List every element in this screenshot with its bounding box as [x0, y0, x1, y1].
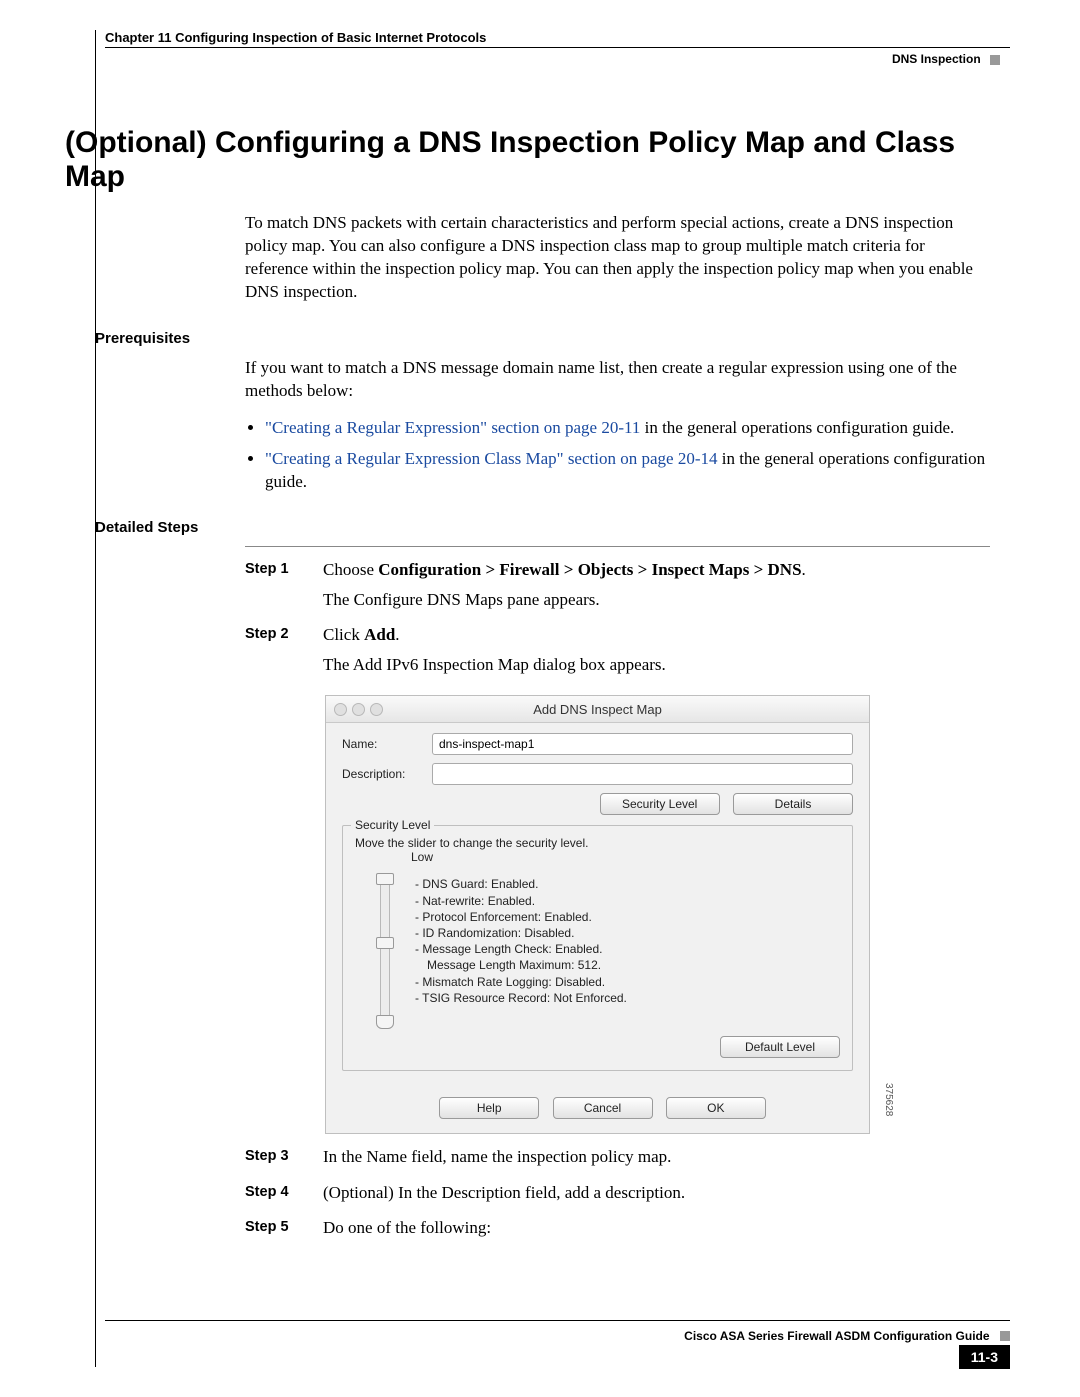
slider-instruction: Move the slider to change the security l… [355, 836, 840, 850]
step-row: Step 2 Click Add. The Add IPv6 Inspectio… [245, 622, 990, 677]
low-label: Low [411, 850, 840, 864]
bullet-tail: in the general operations configuration … [640, 418, 954, 437]
figure-code: 375628 [883, 1083, 894, 1116]
help-button[interactable]: Help [439, 1097, 539, 1119]
step-label: Step 1 [245, 557, 323, 612]
section-label: DNS Inspection [892, 52, 981, 66]
slider-thumb-icon[interactable] [376, 1015, 394, 1029]
step-row: Step 5 Do one of the following: [245, 1215, 990, 1241]
page-footer: Cisco ASA Series Firewall ASDM Configura… [105, 1320, 1010, 1367]
security-settings-list: DNS Guard: Enabled. Nat-rewrite: Enabled… [415, 874, 627, 1026]
prerequisites-heading: Prerequisites [95, 330, 1010, 347]
name-label: Name: [342, 737, 432, 751]
dialog-body: Name: Description: Security Level Detail… [326, 723, 869, 1085]
description-field[interactable] [432, 763, 853, 785]
ok-button[interactable]: OK [666, 1097, 766, 1119]
name-field[interactable] [432, 733, 853, 755]
dialog-title: Add DNS Inspect Map [326, 702, 869, 717]
header-square-icon [990, 55, 1000, 65]
section-label-row: DNS Inspection [105, 52, 1010, 66]
prerequisites-bullets: "Creating a Regular Expression" section … [245, 417, 1010, 494]
list-item: Protocol Enforcement: Enabled. [415, 909, 627, 925]
bullet-item: "Creating a Regular Expression" section … [265, 417, 990, 440]
prerequisites-text: If you want to match a DNS message domai… [245, 357, 990, 403]
page-title: (Optional) Configuring a DNS Inspection … [65, 126, 1010, 194]
step-row: Step 4 (Optional) In the Description fie… [245, 1180, 990, 1206]
running-header: Chapter 11 Configuring Inspection of Bas… [105, 30, 1010, 66]
intro-paragraph: To match DNS packets with certain charac… [245, 212, 990, 304]
dialog-screenshot: Add DNS Inspect Map Name: Description: S… [325, 695, 870, 1134]
default-level-row: Default Level [355, 1036, 840, 1058]
list-item: Message Length Maximum: 512. [415, 957, 627, 973]
default-level-button[interactable]: Default Level [720, 1036, 840, 1058]
header-rule [105, 47, 1010, 48]
description-label: Description: [342, 767, 432, 781]
dialog-titlebar: Add DNS Inspect Map [326, 696, 869, 723]
list-item: TSIG Resource Record: Not Enforced. [415, 990, 627, 1006]
list-item: DNS Guard: Enabled. [415, 876, 627, 892]
step-row: Step 1 Choose Configuration > Firewall >… [245, 557, 990, 612]
cancel-button[interactable]: Cancel [553, 1097, 653, 1119]
chapter-line: Chapter 11 Configuring Inspection of Bas… [105, 30, 1010, 47]
step-body: Choose Configuration > Firewall > Object… [323, 557, 990, 612]
step-label: Step 5 [245, 1215, 323, 1241]
page: Chapter 11 Configuring Inspection of Bas… [0, 0, 1080, 1397]
list-item: ID Randomization: Disabled. [415, 925, 627, 941]
slider-tick-icon [376, 873, 394, 885]
step-body: Click Add. The Add IPv6 Inspection Map d… [323, 622, 990, 677]
regex-classmap-link[interactable]: "Creating a Regular Expression Class Map… [265, 449, 717, 468]
steps-rule [245, 546, 990, 547]
slider-area: DNS Guard: Enabled. Nat-rewrite: Enabled… [355, 874, 840, 1026]
detailed-steps-heading: Detailed Steps [95, 519, 1010, 536]
add-dns-inspect-map-dialog: Add DNS Inspect Map Name: Description: S… [325, 695, 870, 1134]
list-item: Message Length Check: Enabled. [415, 941, 627, 957]
security-level-fieldset: Security Level Move the slider to change… [342, 825, 853, 1071]
step-label: Step 2 [245, 622, 323, 677]
step-body: Do one of the following: [323, 1215, 990, 1241]
footer-square-icon [1000, 1331, 1010, 1341]
step-body: (Optional) In the Description field, add… [323, 1180, 990, 1206]
footer-rule [105, 1320, 1010, 1321]
slider-col [355, 874, 415, 1026]
fieldset-legend: Security Level [351, 818, 434, 832]
step-label: Step 3 [245, 1144, 323, 1170]
list-item: Nat-rewrite: Enabled. [415, 893, 627, 909]
step-body: In the Name field, name the inspection p… [323, 1144, 990, 1170]
security-level-button[interactable]: Security Level [600, 793, 720, 815]
slider-tick-icon [376, 937, 394, 949]
tab-button-row: Security Level Details [342, 793, 853, 815]
details-button[interactable]: Details [733, 793, 853, 815]
step-row: Step 3 In the Name field, name the inspe… [245, 1144, 990, 1170]
list-item: Mismatch Rate Logging: Disabled. [415, 974, 627, 990]
name-row: Name: [342, 733, 853, 755]
dialog-footer: Help Cancel OK [326, 1085, 869, 1133]
left-margin-rule [95, 30, 96, 1367]
bullet-item: "Creating a Regular Expression Class Map… [265, 448, 990, 494]
description-row: Description: [342, 763, 853, 785]
page-number: 11-3 [959, 1345, 1010, 1369]
security-slider[interactable] [380, 874, 390, 1026]
step-label: Step 4 [245, 1180, 323, 1206]
regex-link[interactable]: "Creating a Regular Expression" section … [265, 418, 640, 437]
footer-guide-title: Cisco ASA Series Firewall ASDM Configura… [684, 1329, 989, 1343]
